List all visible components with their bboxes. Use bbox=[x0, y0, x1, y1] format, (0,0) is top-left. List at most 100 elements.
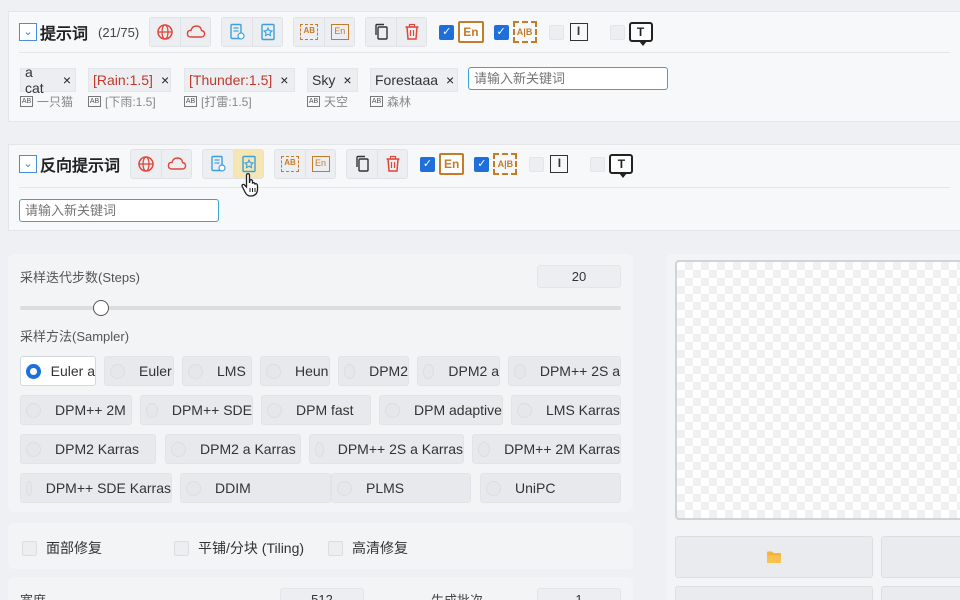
tag-close-icon[interactable]: × bbox=[446, 72, 454, 88]
checkbox[interactable] bbox=[22, 540, 37, 556]
sampler-option[interactable]: DPM adaptive bbox=[379, 395, 503, 425]
tag-close-icon[interactable]: × bbox=[63, 72, 71, 88]
auto-translate-checkbox[interactable]: ✓ bbox=[439, 24, 455, 40]
sampler-option[interactable]: UniPC bbox=[480, 473, 621, 503]
sampler-option[interactable]: Euler bbox=[104, 356, 174, 386]
sampler-option[interactable]: DPM++ 2M Karras bbox=[472, 434, 621, 464]
text-mode-checkbox[interactable] bbox=[548, 24, 564, 40]
sampler-option[interactable]: DPM++ SDE Karras bbox=[20, 473, 172, 503]
tooltip-t-icon[interactable]: T bbox=[609, 154, 634, 178]
sampler-option[interactable]: DPM++ 2S a Karras bbox=[309, 434, 464, 464]
favorite-button[interactable] bbox=[252, 18, 282, 46]
globe-translate-button[interactable] bbox=[131, 150, 161, 178]
translation-text: 一只猫 bbox=[37, 95, 74, 109]
steps-slider-track[interactable] bbox=[20, 306, 621, 310]
sampler-option[interactable]: PLMS bbox=[331, 473, 471, 503]
translation-text: 天空 bbox=[324, 95, 349, 109]
bilingual-ab-icon[interactable]: A|B bbox=[493, 153, 518, 175]
action-button[interactable] bbox=[881, 586, 960, 600]
sampler-option[interactable]: DDIM bbox=[180, 473, 331, 503]
tag-close-icon[interactable]: × bbox=[161, 72, 169, 88]
sampler-option[interactable]: LMS bbox=[182, 356, 252, 386]
history-button[interactable] bbox=[203, 150, 233, 178]
text-cursor-icon[interactable]: I bbox=[550, 155, 569, 173]
tooltip-t-icon[interactable]: T bbox=[628, 22, 653, 46]
sampler-option[interactable]: DPM++ SDE bbox=[140, 395, 253, 425]
radio-dot bbox=[26, 363, 41, 379]
tooltip-checkbox[interactable] bbox=[609, 24, 625, 40]
sampler-option[interactable]: Euler a bbox=[20, 356, 96, 386]
sampler-option[interactable]: LMS Karras bbox=[511, 395, 621, 425]
cloud-translate-button[interactable] bbox=[161, 150, 191, 178]
bilingual-ab-icon[interactable]: A|B bbox=[512, 21, 537, 43]
translate-en-button[interactable]: En bbox=[305, 150, 335, 178]
sampler-option[interactable]: DPM fast bbox=[261, 395, 371, 425]
copy-button[interactable] bbox=[347, 150, 377, 178]
tooltip-checkbox[interactable] bbox=[590, 156, 606, 172]
copy-icon bbox=[356, 155, 369, 172]
batch-input[interactable]: 1 bbox=[537, 588, 621, 600]
tiling-option[interactable]: 平铺/分块 (Tiling) bbox=[174, 538, 304, 558]
history-icon bbox=[230, 23, 245, 40]
divider bbox=[19, 52, 950, 53]
translate-en-button[interactable]: En bbox=[324, 18, 354, 46]
history-button[interactable] bbox=[222, 18, 252, 46]
action-button[interactable] bbox=[881, 536, 960, 578]
prompt-tag[interactable]: Sky × bbox=[307, 68, 358, 92]
open-folder-button[interactable] bbox=[675, 536, 873, 578]
collapse-icon[interactable]: ⌄ bbox=[19, 155, 37, 173]
steps-input[interactable]: 20 bbox=[537, 265, 621, 288]
cloud-icon bbox=[167, 157, 186, 170]
prompt-tag[interactable]: a cat × bbox=[20, 64, 76, 96]
sampler-option[interactable]: DPM2 a Karras bbox=[165, 434, 301, 464]
size-settings: 宽度 512 生成批次 1 bbox=[8, 577, 633, 600]
option-label: DPM2 a bbox=[448, 363, 499, 379]
sampler-option[interactable]: DPM++ 2S a bbox=[508, 356, 621, 386]
sampler-option[interactable]: Heun bbox=[260, 356, 330, 386]
width-input[interactable]: 512 bbox=[280, 588, 364, 600]
translate-ab-button[interactable]: AB bbox=[275, 150, 305, 178]
en-toggle[interactable]: En bbox=[458, 21, 484, 43]
prompt-tag[interactable]: [Rain:1.5] × bbox=[88, 68, 171, 92]
sampler-option[interactable]: DPM2 Karras bbox=[20, 434, 156, 464]
sampler-option[interactable]: DPM2 a bbox=[417, 356, 500, 386]
trash-icon bbox=[405, 23, 419, 40]
option-label: DPM adaptive bbox=[414, 402, 502, 418]
sampler-option[interactable]: DPM++ 2M bbox=[20, 395, 132, 425]
option-label: LMS Karras bbox=[546, 402, 620, 418]
collapse-icon[interactable]: ⌄ bbox=[19, 23, 37, 41]
action-button[interactable] bbox=[675, 586, 873, 600]
text-mode-checkbox[interactable] bbox=[529, 156, 545, 172]
tag-translation: AB 一只猫 bbox=[20, 93, 73, 110]
checkbox[interactable] bbox=[328, 540, 343, 556]
delete-button[interactable] bbox=[396, 18, 426, 46]
translate-mode-group: AB En bbox=[293, 17, 356, 47]
steps-slider-knob[interactable] bbox=[93, 300, 110, 316]
radio-dot bbox=[385, 402, 400, 418]
tag-text: a cat bbox=[25, 64, 44, 96]
radio-dot bbox=[337, 480, 352, 496]
copy-button[interactable] bbox=[366, 18, 396, 46]
text-cursor-icon[interactable]: I bbox=[569, 23, 588, 41]
face-restore-option[interactable]: 面部修复 bbox=[22, 538, 102, 558]
sampler-option[interactable]: DPM2 bbox=[338, 356, 409, 386]
checkbox[interactable] bbox=[174, 540, 189, 556]
delete-button[interactable] bbox=[377, 150, 407, 178]
new-keyword-input[interactable] bbox=[19, 199, 219, 222]
new-keyword-input[interactable] bbox=[468, 67, 668, 90]
cloud-translate-button[interactable] bbox=[180, 18, 210, 46]
hires-fix-option[interactable]: 高清修复 bbox=[328, 538, 408, 558]
tag-close-icon[interactable]: × bbox=[343, 72, 351, 88]
globe-translate-button[interactable] bbox=[150, 18, 180, 46]
option-label: DPM++ 2M Karras bbox=[504, 441, 620, 457]
prompt-tag[interactable]: [Thunder:1.5] × bbox=[184, 68, 295, 92]
translate-icon: AB bbox=[20, 96, 33, 107]
radio-dot bbox=[26, 402, 41, 418]
translate-ab-button[interactable]: AB bbox=[294, 18, 324, 46]
tag-close-icon[interactable]: × bbox=[280, 72, 288, 88]
auto-translate-checkbox[interactable]: ✓ bbox=[420, 156, 436, 172]
bilingual-checkbox[interactable]: ✓ bbox=[474, 156, 490, 172]
prompt-tag[interactable]: Forestaaa × bbox=[370, 68, 458, 92]
en-toggle[interactable]: En bbox=[439, 153, 465, 175]
bilingual-checkbox[interactable]: ✓ bbox=[493, 24, 509, 40]
